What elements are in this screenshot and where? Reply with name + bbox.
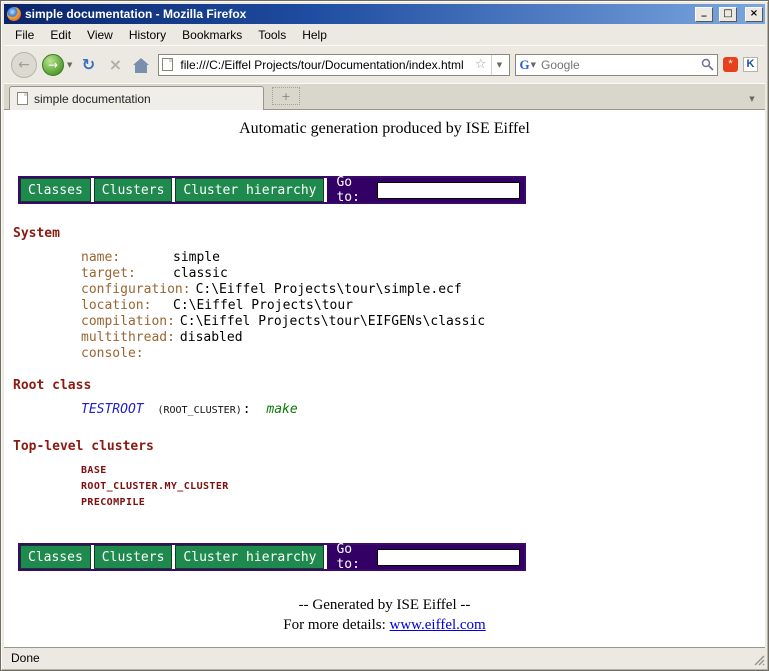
goto-input-bottom[interactable]	[377, 549, 520, 566]
search-icon[interactable]	[701, 58, 714, 71]
search-engine-dropdown-icon[interactable]: ▼	[531, 61, 536, 69]
root-class-line: TESTROOT (ROOT_CLUSTER): make	[81, 402, 765, 419]
clusters-button-bottom[interactable]: Clusters	[94, 545, 173, 569]
goto-label-bottom: Go to:	[336, 542, 368, 572]
cluster-link-base[interactable]: BASE	[81, 463, 765, 479]
tab-simple-documentation[interactable]: simple documentation	[9, 86, 264, 110]
row-label: console:	[81, 346, 173, 362]
minimize-button[interactable]: _	[695, 7, 713, 22]
forward-button[interactable]: →	[42, 54, 64, 76]
classes-button-bottom[interactable]: Classes	[20, 545, 91, 569]
stop-button[interactable]: ×	[104, 55, 126, 74]
page-title: Automatic generation produced by ISE Eif…	[4, 120, 765, 138]
menu-bookmarks[interactable]: Bookmarks	[174, 26, 250, 44]
system-table: name: simple target: classic configurati…	[81, 250, 765, 362]
table-row: console:	[81, 346, 765, 362]
extension-icon-orange[interactable]: *	[723, 57, 738, 72]
row-label: target:	[81, 266, 173, 282]
cluster-hierarchy-button-bottom[interactable]: Cluster hierarchy	[175, 545, 324, 569]
cluster-hierarchy-button[interactable]: Cluster hierarchy	[175, 178, 324, 202]
goto-input-top[interactable]	[377, 182, 520, 199]
cluster-list: BASE ROOT_CLUSTER.MY_CLUSTER PRECOMPILE	[81, 463, 765, 511]
navigation-toolbar: ← → ▼ ↻ × ☆ ▼ G ▼ * K	[4, 45, 765, 83]
row-label: configuration:	[81, 282, 196, 298]
menu-help[interactable]: Help	[294, 26, 335, 44]
menu-history[interactable]: History	[121, 26, 174, 44]
search-bar: G ▼	[515, 54, 718, 76]
window-title: simple documentation - Mozilla Firefox	[25, 7, 689, 21]
urlbar-dropdown-button[interactable]: ▼	[491, 55, 506, 75]
goto-section: Go to:	[327, 178, 524, 202]
row-value: C:\Eiffel Projects\tour	[173, 298, 353, 314]
menu-tools[interactable]: Tools	[250, 26, 294, 44]
top-clusters-heading: Top-level clusters	[13, 439, 765, 454]
row-label: multithread:	[81, 330, 180, 346]
root-cluster-ref: (ROOT_CLUSTER)	[157, 405, 241, 416]
details-prefix: For more details:	[283, 617, 385, 633]
doc-navbar-bottom: Classes Clusters Cluster hierarchy Go to…	[18, 543, 526, 571]
status-bar: Done	[4, 647, 765, 667]
cluster-link-precompile[interactable]: PRECOMPILE	[81, 495, 765, 511]
system-heading: System	[13, 226, 765, 241]
browser-window: simple documentation - Mozilla Firefox _…	[0, 0, 769, 671]
title-bar: simple documentation - Mozilla Firefox _…	[4, 4, 765, 24]
url-bar: ☆ ▼	[158, 54, 510, 76]
table-row: location: C:\Eiffel Projects\tour	[81, 298, 765, 314]
bookmark-star-icon[interactable]: ☆	[475, 57, 487, 72]
list-all-tabs-button[interactable]: ▼	[744, 95, 760, 103]
extension-icon-k[interactable]: K	[743, 57, 758, 72]
menu-bar: File Edit View History Bookmarks Tools H…	[4, 24, 765, 45]
status-text: Done	[11, 651, 40, 665]
table-row: name: simple	[81, 250, 765, 266]
root-class-heading: Root class	[13, 378, 765, 393]
page-content: Automatic generation produced by ISE Eif…	[4, 110, 765, 647]
row-label: location:	[81, 298, 173, 314]
table-row: compilation: C:\Eiffel Projects\tour\EIF…	[81, 314, 765, 330]
back-button[interactable]: ←	[11, 52, 37, 78]
row-value: simple	[173, 250, 220, 266]
history-dropdown-icon[interactable]: ▼	[67, 61, 72, 69]
tab-favicon-icon	[17, 92, 28, 105]
cluster-link-root-cluster[interactable]: ROOT_CLUSTER.MY_CLUSTER	[81, 479, 765, 495]
row-value: classic	[173, 266, 228, 282]
table-row: multithread: disabled	[81, 330, 765, 346]
google-logo-icon: G	[519, 57, 529, 73]
resize-grip[interactable]	[751, 652, 765, 666]
footer: -- Generated by ISE Eiffel -- For more d…	[4, 597, 765, 634]
table-row: target: classic	[81, 266, 765, 282]
search-input[interactable]	[539, 57, 698, 73]
goto-label: Go to:	[336, 175, 368, 205]
colon-separator: :	[243, 402, 251, 417]
row-value: C:\Eiffel Projects\tour\simple.ecf	[196, 282, 462, 298]
home-icon[interactable]	[135, 65, 147, 73]
row-value: C:\Eiffel Projects\tour\EIFGENs\classic	[180, 314, 485, 330]
goto-section-bottom: Go to:	[327, 545, 524, 569]
maximize-button[interactable]: □	[719, 7, 737, 22]
classes-button[interactable]: Classes	[20, 178, 91, 202]
root-class-link[interactable]: TESTROOT	[81, 402, 144, 417]
tab-label: simple documentation	[34, 92, 151, 106]
page-favicon-icon	[162, 58, 173, 71]
doc-navbar-top: Classes Clusters Cluster hierarchy Go to…	[18, 176, 526, 204]
creation-procedure-link[interactable]: make	[266, 402, 297, 417]
tab-bar: simple documentation + ▼	[4, 83, 765, 110]
table-row: configuration: C:\Eiffel Projects\tour\s…	[81, 282, 765, 298]
eiffel-website-link[interactable]: www.eiffel.com	[390, 617, 486, 633]
details-line: For more details: www.eiffel.com	[4, 617, 765, 634]
row-label: name:	[81, 250, 173, 266]
row-value: disabled	[180, 330, 243, 346]
clusters-button[interactable]: Clusters	[94, 178, 173, 202]
menu-view[interactable]: View	[79, 26, 121, 44]
menu-file[interactable]: File	[7, 26, 42, 44]
reload-button[interactable]: ↻	[77, 55, 99, 74]
firefox-logo-icon	[7, 7, 21, 21]
generated-by-line: -- Generated by ISE Eiffel --	[4, 597, 765, 614]
url-input[interactable]	[178, 57, 469, 73]
row-label: compilation:	[81, 314, 180, 330]
new-tab-button[interactable]: +	[272, 87, 300, 105]
menu-edit[interactable]: Edit	[42, 26, 79, 44]
close-button[interactable]: ×	[745, 7, 763, 22]
